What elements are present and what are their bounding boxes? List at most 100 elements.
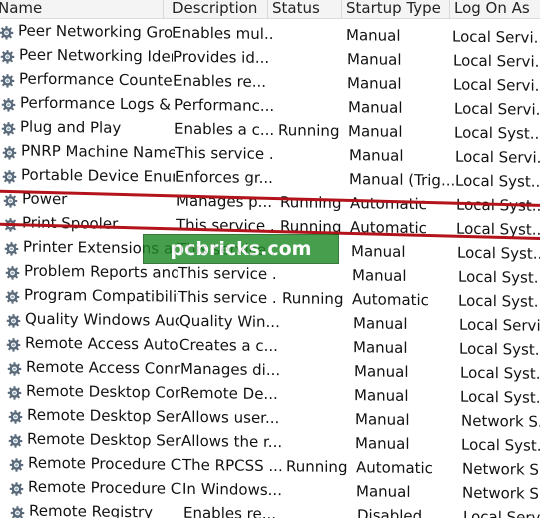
service-log-on-as: Network S... — [462, 459, 540, 479]
service-name: Peer Networking Iden... — [0, 42, 173, 68]
service-name: Portable Device Enum... — [1, 162, 175, 188]
service-log-on-as: Local Syst... — [457, 243, 540, 263]
service-log-on-as: Network S... — [462, 483, 540, 503]
service-startup-type: Manual — [354, 386, 409, 405]
column-header-status[interactable]: Status — [268, 0, 342, 18]
gear-icon — [8, 431, 23, 448]
service-name: PNRP Machine Name ... — [1, 138, 175, 164]
service-name: Program Compatibilit... — [4, 282, 178, 308]
service-description: This service ... — [178, 287, 278, 308]
watermark-text: pcbricks.com — [170, 238, 312, 260]
service-description: Provides id... — [173, 47, 270, 67]
column-header-name-label: Name — [0, 0, 43, 17]
service-description: Manages di... — [180, 359, 280, 380]
service-name-text: Performance Counter ... — [19, 69, 173, 90]
service-startup-type: Manual — [348, 98, 403, 117]
service-name: Performance Logs & ... — [0, 90, 174, 116]
gear-icon — [8, 407, 23, 424]
service-name-text: Remote Desktop Servi... — [27, 405, 181, 427]
service-status — [284, 382, 354, 407]
column-header-description-label: Description — [172, 0, 258, 17]
gear-icon — [1, 119, 16, 136]
services-list: Peer Networking Grou... Enables mul... Man… — [0, 21, 540, 518]
service-description: Manages p... — [176, 191, 272, 212]
service-startup-type: Manual — [354, 362, 409, 381]
column-header-log-on-as-label: Log On As — [454, 0, 530, 17]
service-log-on-as: Local Syst... — [458, 291, 540, 311]
gear-icon — [5, 287, 20, 304]
service-name-text: PNRP Machine Name ... — [21, 141, 175, 162]
service-name: Remote Desktop Servi... — [7, 402, 181, 428]
service-description: Enables mul... — [172, 23, 272, 44]
gear-icon — [2, 167, 17, 184]
service-name: Remote Registry — [9, 498, 183, 518]
column-header-startup-type[interactable]: Startup Type — [342, 0, 450, 18]
gear-icon — [5, 263, 20, 280]
service-startup-type: Automatic — [352, 290, 429, 310]
service-name-text: Remote Access Auto ... — [25, 333, 179, 354]
service-log-on-as: Local Servi... — [454, 99, 540, 119]
service-description: Performanc... — [174, 95, 274, 116]
service-name: Print Spooler — [2, 210, 176, 236]
service-status — [285, 406, 355, 431]
service-name: Remote Access Auto ... — [5, 330, 179, 356]
service-name-text: Remote Access Conne... — [26, 357, 180, 379]
gear-icon — [2, 143, 17, 160]
service-description: Quality Win... — [179, 311, 279, 332]
service-status — [283, 310, 353, 335]
service-log-on-as: Local Syst... — [460, 387, 540, 407]
services-window: Name ˄ Description Status Startup Type L… — [0, 0, 540, 518]
service-startup-type: Manual — [348, 122, 403, 141]
service-name-text: Print Spooler — [22, 213, 119, 233]
service-name-text: Problem Reports and ... — [24, 261, 178, 282]
service-name: Remote Desktop Servi... — [7, 426, 181, 452]
gear-icon — [7, 383, 22, 400]
service-log-on-as: Local Syst... — [460, 363, 540, 383]
service-description: Enables a c... — [174, 119, 274, 140]
gear-icon — [7, 359, 22, 376]
gear-icon — [6, 335, 21, 352]
service-status: Running — [278, 121, 340, 140]
service-name-text: Remote Procedure Ca... — [28, 453, 182, 475]
gear-icon — [0, 23, 14, 40]
service-status — [282, 262, 352, 287]
service-name-text: Quality Windows Audi... — [25, 309, 179, 331]
service-status — [287, 502, 357, 518]
gear-icon — [0, 71, 15, 88]
service-status — [277, 70, 347, 95]
service-startup-type: Manual — [346, 26, 401, 45]
column-header-description[interactable]: Description — [168, 0, 268, 18]
gear-icon — [10, 503, 25, 518]
sort-ascending-icon: ˄ — [82, 0, 88, 9]
service-status — [283, 334, 353, 359]
column-header-log-on-as[interactable]: Log On As — [450, 0, 540, 18]
service-name-text: Remote Procedure Ca... — [28, 477, 182, 499]
service-startup-type: Manual — [356, 482, 411, 501]
service-startup-type: Manual — [355, 434, 410, 453]
service-name-text: Peer Networking Iden... — [19, 45, 173, 66]
service-description: The RPCSS ... — [182, 455, 282, 476]
service-name-text: Performance Logs & ... — [20, 93, 174, 114]
service-name-text: Remote Desktop Servi... — [27, 429, 181, 451]
service-startup-type: Manual — [352, 266, 407, 285]
service-description: This service ... — [178, 263, 278, 284]
service-log-on-as: Local Servi... — [455, 147, 540, 167]
service-status — [277, 46, 347, 71]
service-status: Running — [282, 289, 344, 309]
service-name: Quality Windows Audi... — [5, 306, 179, 332]
service-status — [285, 430, 355, 455]
service-log-on-as: Local Syst... — [455, 171, 540, 191]
service-startup-type: Automatic — [350, 218, 427, 238]
service-description: This service ... — [175, 143, 275, 164]
service-startup-type: Manual — [353, 338, 408, 357]
service-log-on-as: Local Syst... — [459, 339, 540, 359]
gear-icon — [0, 47, 15, 64]
service-name: Remote Procedure Ca... — [8, 474, 182, 500]
service-name: Remote Procedure Ca... — [8, 450, 182, 476]
service-description: Enforces gr... — [175, 167, 273, 188]
service-log-on-as: Local Syst... — [461, 435, 540, 455]
service-log-on-as: Local Syst... — [458, 267, 540, 287]
service-status — [279, 166, 349, 191]
service-description: Remote De... — [180, 383, 278, 404]
service-startup-type: Automatic — [356, 458, 433, 478]
